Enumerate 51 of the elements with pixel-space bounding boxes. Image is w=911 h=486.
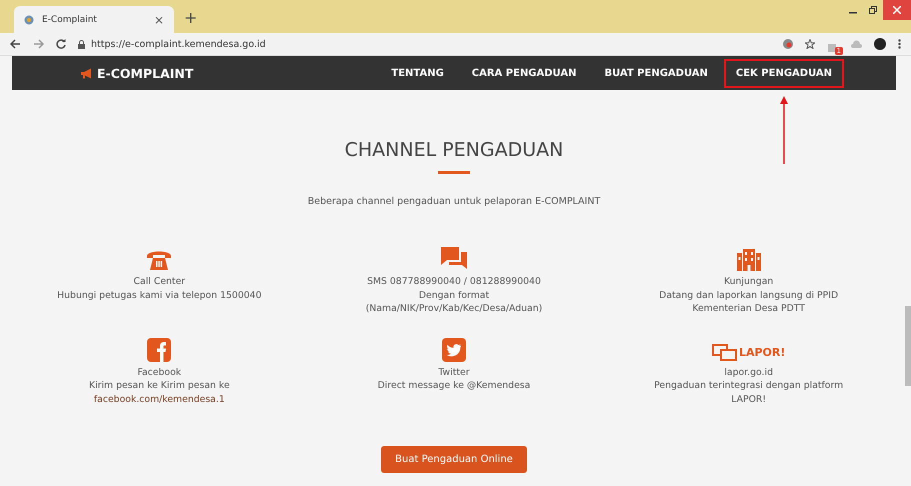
section-title: CHANNEL PENGADUAN bbox=[344, 139, 564, 161]
logo-text: LAPOR! bbox=[738, 346, 786, 360]
back-arrow-icon[interactable] bbox=[10, 39, 21, 49]
reload-icon[interactable] bbox=[56, 39, 66, 49]
nav-link[interactable]: CEK PENGADUAN bbox=[724, 58, 844, 88]
channel-name: Call Center bbox=[134, 275, 186, 288]
channel-name: Facebook bbox=[137, 366, 182, 379]
channel-description: LAPOR! bbox=[731, 392, 766, 406]
channel-link[interactable]: facebook.com/kemendesa.1 bbox=[94, 392, 225, 406]
twitter-icon bbox=[442, 338, 466, 362]
building-icon bbox=[736, 249, 761, 271]
tab-close-button[interactable]: × bbox=[154, 12, 164, 26]
brand-name[interactable]: E-COMPLAINT bbox=[97, 66, 194, 80]
channel-name: SMS 087788990040 / 081288990040 bbox=[367, 275, 541, 288]
more-icon[interactable] bbox=[898, 39, 901, 49]
channel-description: Kirim pesan ke Kirim pesan ke bbox=[88, 379, 230, 392]
channel-description: Direct message ke @Kemendesa bbox=[378, 379, 530, 392]
create-complaint-button[interactable]: Buat Pengaduan Online bbox=[381, 446, 527, 473]
globe-icon bbox=[24, 14, 34, 24]
new-tab-button[interactable]: + bbox=[184, 8, 198, 27]
channel-description: Kementerian Desa PDTT bbox=[692, 302, 805, 316]
chat-icon bbox=[440, 247, 467, 271]
channel-description: Dengan format bbox=[418, 288, 490, 302]
scrollbar[interactable] bbox=[905, 306, 911, 386]
channel-description: Pengaduan terintegrasi dengan platform bbox=[654, 379, 844, 392]
browser-tab[interactable]: E-Complaint × bbox=[14, 6, 174, 33]
channel-name: Twitter bbox=[438, 366, 470, 379]
nav-link[interactable]: BUAT PENGADUAN bbox=[592, 58, 720, 88]
extension-icon[interactable] bbox=[783, 39, 793, 49]
annotation-arrow bbox=[779, 96, 789, 164]
star-icon[interactable] bbox=[805, 39, 815, 49]
extension-icon[interactable] bbox=[827, 43, 837, 53]
section-subtitle: Beberapa channel pengaduan untuk pelaporan E-COMPLAINT bbox=[308, 196, 600, 207]
megaphone-icon bbox=[80, 68, 93, 78]
tab-title: E-Complaint bbox=[42, 14, 98, 24]
chat-boxes-icon bbox=[712, 344, 738, 362]
restore-icon[interactable] bbox=[869, 6, 877, 14]
channel-description: (Nama/NIK/Prov/Kab/Kec/Desa/Aduan) bbox=[366, 302, 542, 316]
avatar-icon[interactable] bbox=[874, 38, 886, 50]
nav-link[interactable]: TENTANG bbox=[379, 58, 456, 88]
channel-name: Kunjungan bbox=[724, 275, 774, 288]
lock-icon bbox=[78, 40, 85, 48]
phone-icon bbox=[146, 249, 172, 271]
nav-link[interactable]: CARA PENGADUAN bbox=[460, 58, 588, 88]
channel-description: Datang dan laporkan langsung di PPID bbox=[659, 288, 838, 302]
channel-description: Hubungi petugas kami via telepon 1500040 bbox=[57, 288, 262, 302]
facebook-icon bbox=[147, 338, 172, 362]
channel-name: lapor.go.id bbox=[724, 366, 773, 379]
url-text: https://e-complaint.kemendesa.go.id bbox=[91, 38, 266, 50]
close-icon[interactable] bbox=[893, 6, 901, 14]
forward-arrow-icon[interactable] bbox=[33, 39, 44, 49]
